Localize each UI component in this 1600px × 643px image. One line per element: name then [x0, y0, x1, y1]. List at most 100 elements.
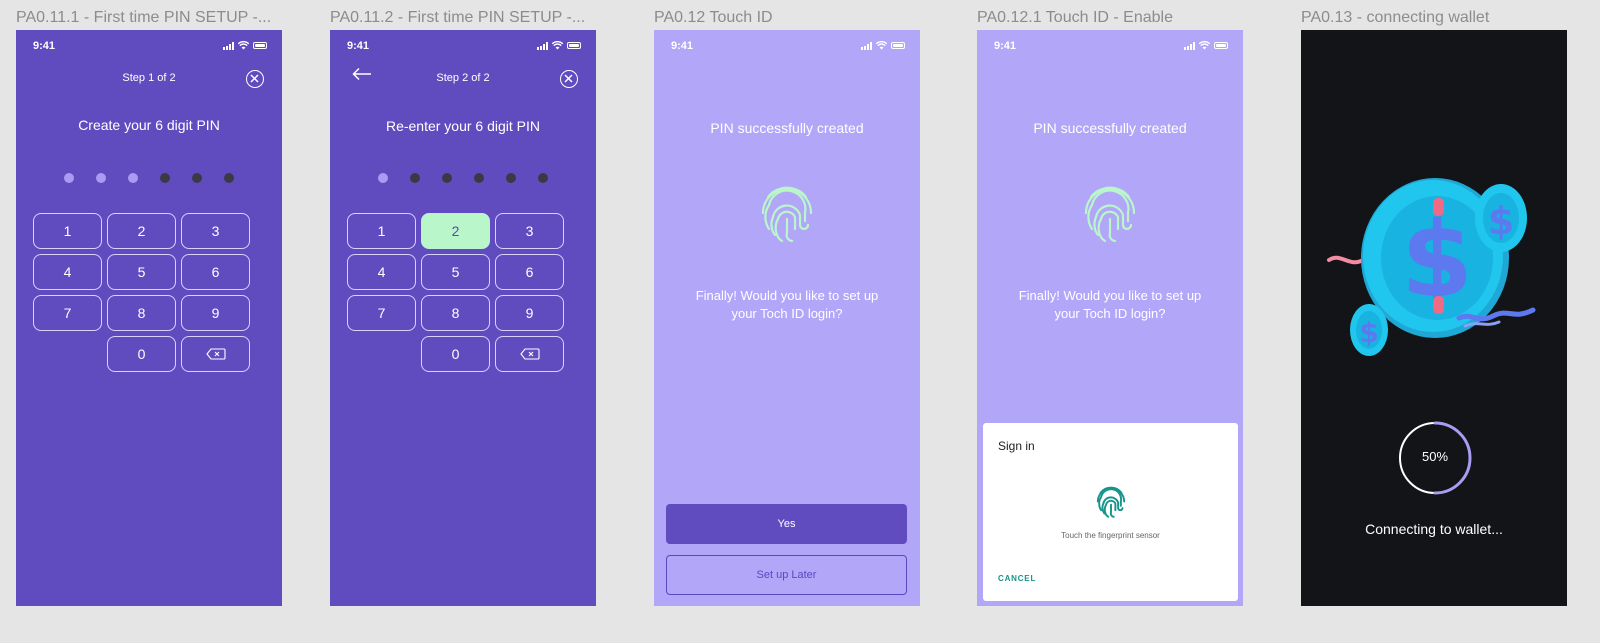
pin-dot: [506, 173, 516, 183]
step-indicator: Step 1 of 2: [122, 72, 176, 84]
status-time: 9:41: [671, 40, 694, 52]
backspace-button[interactable]: [495, 336, 564, 372]
sheet-hint: Touch the fingerprint sensor: [1061, 531, 1160, 540]
pin-keypad: 1 2 3 4 5 6 7 8 9 0: [347, 213, 565, 372]
page-heading: Create your 6 digit PIN: [78, 117, 220, 133]
signal-icon: [861, 41, 872, 50]
body-text: Finally! Would you like to set up your T…: [654, 287, 920, 323]
battery-icon: [891, 42, 905, 49]
pin-dot: [160, 173, 170, 183]
key-0[interactable]: 0: [107, 336, 176, 372]
key-4[interactable]: 4: [347, 254, 416, 290]
body-line: your Toch ID login?: [1054, 306, 1166, 321]
pin-dot: [538, 173, 548, 183]
pin-dot: [224, 173, 234, 183]
setup-later-button[interactable]: Set up Later: [666, 555, 907, 595]
pin-dot: [410, 173, 420, 183]
close-circle-icon[interactable]: [246, 70, 264, 88]
page-heading: PIN successfully created: [1033, 120, 1187, 136]
wifi-icon: [1199, 41, 1210, 50]
pin-dots: [16, 173, 282, 183]
body-text: Finally! Would you like to set up your T…: [977, 287, 1243, 323]
key-4[interactable]: 4: [33, 254, 102, 290]
pin-dot: [378, 173, 388, 183]
battery-icon: [567, 42, 581, 49]
pin-dot: [64, 173, 74, 183]
status-time: 9:41: [347, 40, 370, 52]
wifi-icon: [238, 41, 249, 50]
frame-title: PA0.12.1 Touch ID - Enable: [977, 9, 1173, 26]
key-3[interactable]: 3: [181, 213, 250, 249]
body-line: your Toch ID login?: [731, 306, 843, 321]
key-8[interactable]: 8: [421, 295, 490, 331]
pin-dot: [442, 173, 452, 183]
key-5[interactable]: 5: [421, 254, 490, 290]
key-0[interactable]: 0: [421, 336, 490, 372]
backspace-icon: [205, 348, 226, 360]
pin-dot: [96, 173, 106, 183]
frame-pin-setup-step2: 9:41 Step 2 of 2 Re-enter your 6 digit P…: [330, 30, 596, 606]
frame-title: PA0.11.1 - First time PIN SETUP -...: [16, 9, 272, 26]
key-3[interactable]: 3: [495, 213, 564, 249]
status-bar: 9:41: [330, 30, 596, 60]
signal-icon: [223, 41, 234, 50]
battery-icon: [1214, 42, 1228, 49]
key-9[interactable]: 9: [181, 295, 250, 331]
key-2[interactable]: 2: [107, 213, 176, 249]
status-bar: 9:41: [654, 30, 920, 60]
fingerprint-icon: [1084, 186, 1136, 243]
status-time: 9:41: [994, 40, 1017, 52]
page-heading: PIN successfully created: [710, 120, 864, 136]
backspace-icon: [519, 348, 540, 360]
key-1[interactable]: 1: [347, 213, 416, 249]
backspace-button[interactable]: [181, 336, 250, 372]
fingerprint-icon: [1096, 486, 1125, 518]
key-spacer: [33, 336, 102, 372]
status-bar: 9:41: [977, 30, 1243, 60]
pin-keypad: 1 2 3 4 5 6 7 8 9 0: [33, 213, 251, 372]
key-2-pressed[interactable]: 2: [421, 213, 490, 249]
pin-dots: [330, 173, 596, 183]
battery-icon: [253, 42, 267, 49]
wifi-icon: [876, 41, 887, 50]
key-1[interactable]: 1: [33, 213, 102, 249]
pin-dot: [192, 173, 202, 183]
signal-icon: [537, 41, 548, 50]
frame-touch-id-enable: 9:41 PIN successfully created Finally! W…: [977, 30, 1243, 606]
key-9[interactable]: 9: [495, 295, 564, 331]
dollar-coin-illustration: $ $ $: [1327, 178, 1536, 356]
status-time: 9:41: [33, 40, 56, 52]
cancel-button[interactable]: CANCEL: [998, 574, 1036, 583]
status-bar: 9:41: [16, 30, 282, 60]
svg-text:$: $: [1488, 199, 1514, 243]
key-6[interactable]: 6: [181, 254, 250, 290]
page-heading: Re-enter your 6 digit PIN: [385, 118, 541, 134]
frame-touch-id: 9:41 PIN successfully created Finally! W…: [654, 30, 920, 606]
body-line: Finally! Would you like to set up: [695, 288, 879, 303]
close-circle-icon[interactable]: [560, 70, 578, 88]
frame-title: PA0.11.2 - First time PIN SETUP -...: [330, 9, 586, 26]
pin-dot: [128, 173, 138, 183]
yes-button[interactable]: Yes: [666, 504, 907, 544]
key-5[interactable]: 5: [107, 254, 176, 290]
frame-connecting-wallet: $ $ $ 50% Connecting to wallet...: [1301, 30, 1567, 606]
status-text: Connecting to wallet...: [1365, 521, 1503, 537]
signal-icon: [1184, 41, 1195, 50]
frame-title: PA0.13 - connecting wallet: [1301, 9, 1490, 26]
key-8[interactable]: 8: [107, 295, 176, 331]
key-spacer: [347, 336, 416, 372]
key-7[interactable]: 7: [347, 295, 416, 331]
frame-pin-setup-step1: 9:41 Step 1 of 2 Create your 6 digit PIN…: [16, 30, 282, 606]
frame-title: PA0.12 Touch ID: [654, 9, 773, 26]
step-indicator: Step 2 of 2: [436, 72, 490, 84]
svg-text:$: $: [1359, 316, 1378, 349]
pin-dot: [474, 173, 484, 183]
sheet-title: Sign in: [998, 439, 1035, 453]
key-6[interactable]: 6: [495, 254, 564, 290]
key-7[interactable]: 7: [33, 295, 102, 331]
fingerprint-sign-in-sheet: Sign in Touch the fingerprint sensor CAN…: [983, 423, 1238, 601]
body-line: Finally! Would you like to set up: [1018, 288, 1202, 303]
fingerprint-icon: [761, 186, 813, 243]
wifi-icon: [552, 41, 563, 50]
progress-label: 50%: [1421, 449, 1449, 464]
